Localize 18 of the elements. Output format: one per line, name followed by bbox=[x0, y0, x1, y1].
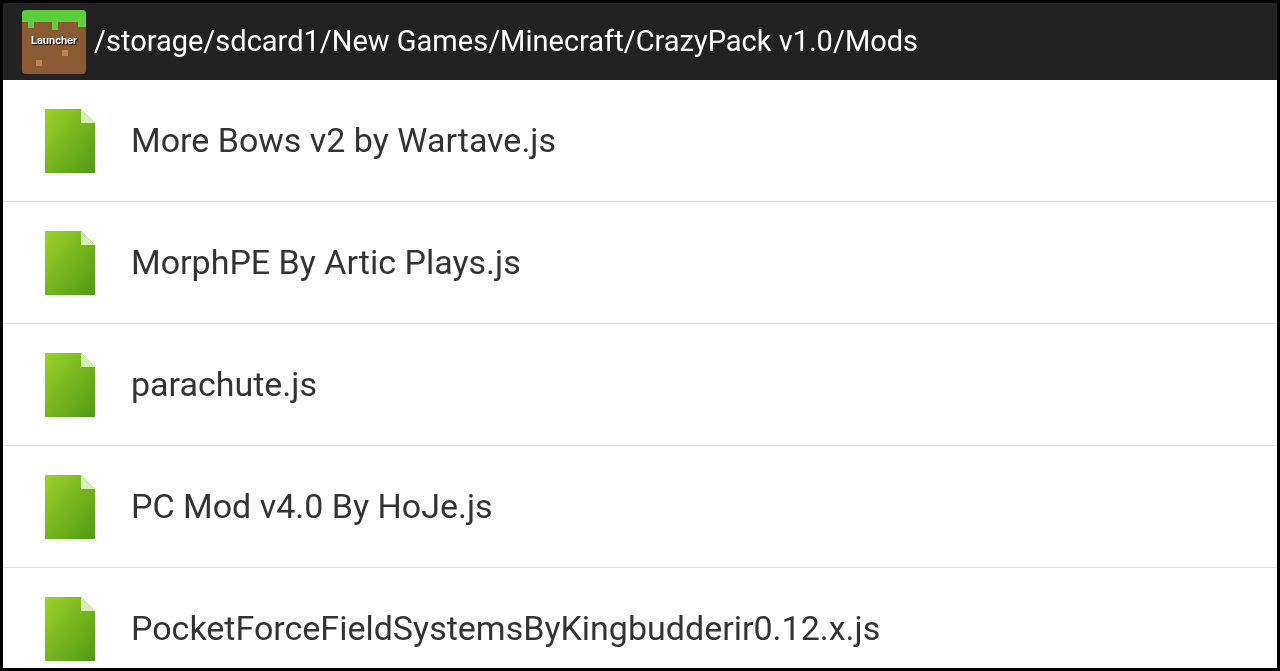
file-icon bbox=[45, 474, 95, 539]
file-name: PC Mod v4.0 By HoJe.js bbox=[131, 485, 493, 528]
file-icon bbox=[45, 108, 95, 173]
file-icon bbox=[45, 352, 95, 417]
file-row[interactable]: PocketForceFieldSystemsByKingbudderir0.12.x.js bbox=[3, 568, 1277, 668]
grass-block-icon bbox=[22, 9, 86, 74]
file-icon bbox=[45, 596, 95, 661]
file-row[interactable]: parachute.js bbox=[3, 324, 1277, 446]
file-name: MorphPE By Artic Plays.js bbox=[131, 241, 521, 284]
folder-path: /storage/sdcard1/New Games/Minecraft/CrazyPack v1.0/Mods bbox=[94, 22, 919, 60]
file-name: PocketForceFieldSystemsByKingbudderir0.12.x.js bbox=[131, 607, 881, 650]
file-row[interactable]: More Bows v2 by Wartave.js bbox=[3, 80, 1277, 202]
launcher-icon[interactable]: Launcher bbox=[22, 9, 86, 74]
file-icon bbox=[45, 230, 95, 295]
file-name: parachute.js bbox=[131, 363, 317, 406]
file-row[interactable]: PC Mod v4.0 By HoJe.js bbox=[3, 446, 1277, 568]
file-name: More Bows v2 by Wartave.js bbox=[131, 119, 557, 162]
file-row[interactable]: MorphPE By Artic Plays.js bbox=[3, 202, 1277, 324]
